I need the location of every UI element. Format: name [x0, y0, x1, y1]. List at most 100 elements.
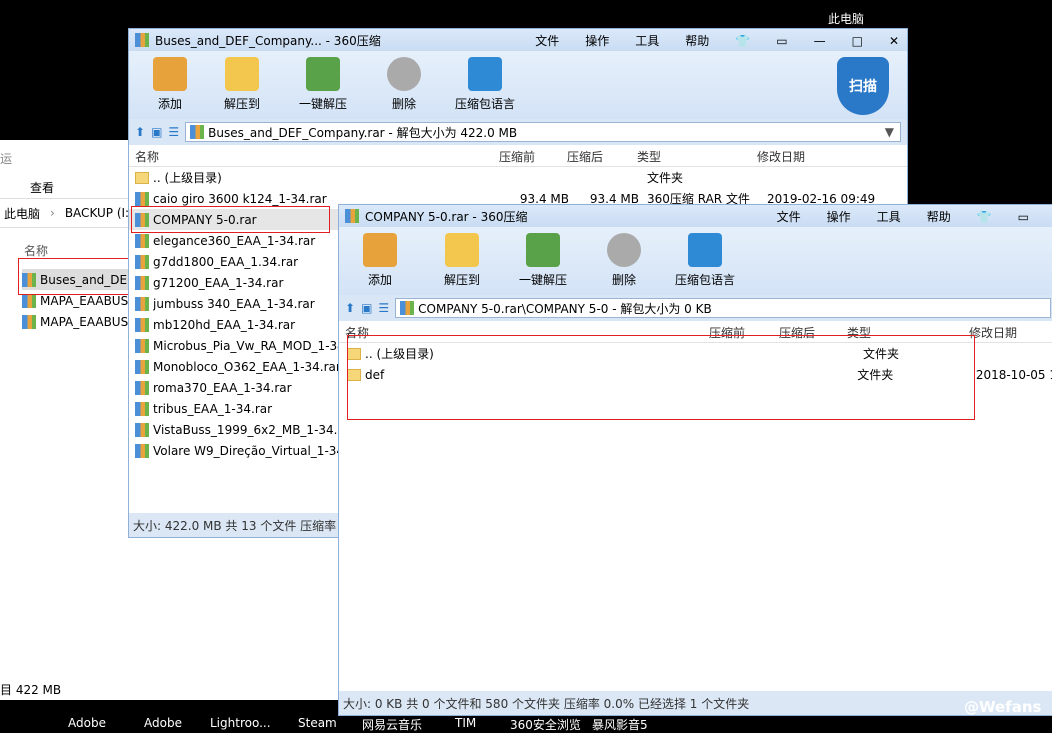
breadcrumb-this-pc[interactable]: 此电脑 — [4, 205, 40, 222]
address-bar[interactable]: COMPANY 5-0.rar\COMPANY 5-0 - 解包大小为 0 KB — [395, 298, 1051, 318]
desktop-shortcut[interactable]: Adobe — [68, 716, 106, 730]
archive-window-company: COMPANY 5-0.rar - 360压缩 文件操作工具帮助 👕▭— 添加 … — [338, 204, 1052, 716]
menu-file[interactable]: 文件 — [777, 208, 801, 225]
view-icon[interactable]: ▣ — [151, 125, 162, 139]
one-click-extract-button[interactable]: 一键解压 — [283, 51, 363, 119]
rar-icon — [135, 317, 149, 332]
rar-icon — [135, 296, 149, 311]
desktop-shortcut[interactable]: 暴风影音5 — [592, 716, 648, 733]
close-button[interactable]: ✕ — [889, 34, 899, 48]
code-icon — [688, 233, 722, 267]
label: 解压到 — [443, 273, 480, 287]
row-name: .. (上级目录) — [153, 171, 222, 185]
rar-icon — [135, 254, 149, 269]
extract-to-button[interactable]: 解压到 — [431, 227, 493, 295]
rar-icon — [190, 125, 205, 139]
window-title: COMPANY 5-0.rar - 360压缩 — [365, 209, 528, 224]
rar-icon — [135, 191, 149, 206]
add-button[interactable]: 添加 — [349, 227, 411, 295]
app-icon — [345, 209, 359, 223]
address-text: Buses_and_DEF_Company.rar - 解包大小为 422.0 … — [208, 125, 518, 140]
menu-tools[interactable]: 工具 — [877, 208, 901, 225]
rar-icon — [135, 233, 149, 248]
tab-view[interactable]: 查看 — [30, 179, 54, 196]
column-before[interactable]: 压缩前 — [499, 148, 567, 165]
column-name[interactable]: 名称 — [129, 148, 499, 165]
status-bar: 大小: 0 KB 共 0 个文件和 580 个文件夹 压缩率 0.0% 已经选择… — [339, 691, 1052, 715]
desktop-shortcut[interactable]: 网易云音乐 — [362, 716, 422, 733]
rar-icon — [135, 275, 149, 290]
add-button[interactable]: 添加 — [139, 51, 201, 119]
skin-icon[interactable]: 👕 — [735, 34, 750, 48]
desktop-shortcut[interactable]: 360安全浏览 — [510, 716, 581, 733]
highlight-box — [131, 206, 330, 233]
desktop-shortcut[interactable]: Lightroo... — [210, 716, 271, 730]
rar-icon — [135, 401, 149, 416]
extract-to-button[interactable]: 解压到 — [211, 51, 273, 119]
menu-help[interactable]: 帮助 — [685, 32, 709, 49]
menu-tools[interactable]: 工具 — [635, 32, 659, 49]
up-arrow-icon[interactable]: ⬆ — [345, 301, 355, 315]
add-icon — [363, 233, 397, 267]
trash-icon — [387, 57, 421, 91]
add-icon — [153, 57, 187, 91]
one-click-extract-icon — [306, 57, 340, 91]
code-icon — [468, 57, 502, 91]
breadcrumb-backup[interactable]: BACKUP (I: — [65, 206, 129, 220]
up-arrow-icon[interactable]: ⬆ — [135, 125, 145, 139]
menu-operate[interactable]: 操作 — [827, 208, 851, 225]
extract-icon — [225, 57, 259, 91]
label: 一键解压 — [298, 97, 347, 111]
label: 解压到 — [223, 97, 260, 111]
explorer-status: 目 422 MB — [0, 683, 62, 697]
explorer-title: 运 — [0, 152, 13, 166]
label: 添加 — [157, 97, 182, 111]
column-type[interactable]: 类型 — [637, 148, 757, 165]
row-type: 文件夹 — [647, 171, 684, 185]
menu-operate[interactable]: 操作 — [585, 32, 609, 49]
desktop-shortcut[interactable]: Steam — [298, 716, 337, 730]
rar-icon — [135, 443, 149, 458]
list-icon[interactable]: ☰ — [378, 301, 389, 315]
file-row[interactable]: MAPA_EAABUS — [22, 311, 128, 332]
one-click-extract-button[interactable]: 一键解压 — [503, 227, 583, 295]
address-text: COMPANY 5-0.rar\COMPANY 5-0 - 解包大小为 0 KB — [418, 301, 712, 316]
list-icon[interactable]: ☰ — [168, 125, 179, 139]
rar-icon — [135, 422, 149, 437]
rar-icon — [400, 301, 415, 315]
row-date: 2018-10-05 1 — [975, 367, 1052, 382]
message-icon[interactable]: ▭ — [1018, 210, 1029, 224]
address-bar[interactable]: Buses_and_DEF_Company.rar - 解包大小为 422.0 … — [185, 122, 901, 142]
label: 压缩包语言 — [454, 97, 515, 111]
trash-icon — [607, 233, 641, 267]
chevron-down-icon[interactable]: ▼ — [879, 125, 900, 139]
desktop-icon-this-pc[interactable]: 此电脑 — [828, 10, 864, 27]
label: 删除 — [391, 97, 416, 111]
archive-language-button[interactable]: 压缩包语言 — [665, 227, 745, 295]
label: 添加 — [367, 273, 392, 287]
column-date[interactable]: 修改日期 — [757, 148, 805, 165]
rar-icon — [22, 293, 36, 308]
desktop-shortcut[interactable]: TIM — [455, 716, 476, 730]
desktop-shortcut[interactable]: Adobe — [144, 716, 182, 730]
skin-icon[interactable]: 👕 — [977, 210, 992, 224]
message-icon[interactable]: ▭ — [776, 34, 787, 48]
folder-icon — [135, 171, 149, 184]
view-icon[interactable]: ▣ — [361, 301, 372, 315]
menu-help[interactable]: 帮助 — [927, 208, 951, 225]
highlight-box — [18, 258, 132, 295]
minimize-button[interactable]: — — [814, 34, 826, 48]
one-click-extract-icon — [526, 233, 560, 267]
archive-language-button[interactable]: 压缩包语言 — [445, 51, 525, 119]
delete-button[interactable]: 删除 — [593, 227, 655, 295]
delete-button[interactable]: 删除 — [373, 51, 435, 119]
label: 压缩包语言 — [674, 273, 735, 287]
rar-icon — [22, 314, 36, 329]
menu-file[interactable]: 文件 — [535, 32, 559, 49]
column-after[interactable]: 压缩后 — [567, 148, 637, 165]
maximize-button[interactable]: □ — [852, 34, 863, 48]
column-date[interactable]: 修改日期 — [969, 324, 1017, 341]
scan-button[interactable]: 扫描 — [837, 57, 889, 115]
column-name[interactable]: 名称 — [24, 242, 48, 259]
list-item[interactable]: .. (上级目录) 文件夹 — [129, 167, 907, 188]
